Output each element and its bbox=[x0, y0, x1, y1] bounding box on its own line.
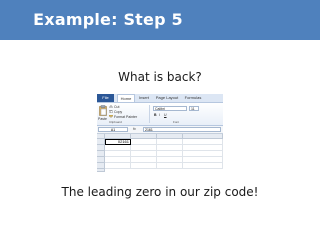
cell[interactable] bbox=[157, 163, 183, 169]
formula-bar: A1 fx 2161 bbox=[97, 126, 223, 134]
format-painter-icon[interactable] bbox=[109, 115, 113, 118]
worksheet-grid[interactable]: 02161 bbox=[97, 134, 223, 172]
cut-icon[interactable] bbox=[109, 105, 113, 108]
font-name-box[interactable]: Calibri bbox=[153, 106, 187, 111]
tab-page-layout[interactable]: Page Layout bbox=[154, 94, 180, 102]
format-painter-label[interactable]: Format Painter bbox=[114, 115, 137, 119]
slide-question: What is back? bbox=[118, 70, 202, 84]
row-header[interactable] bbox=[97, 169, 105, 172]
font-size-box[interactable]: 11 bbox=[189, 106, 199, 111]
group-divider bbox=[149, 105, 150, 123]
tab-file[interactable]: File bbox=[97, 94, 114, 102]
copy-label[interactable]: Copy bbox=[114, 110, 122, 114]
bold-icon[interactable]: B bbox=[154, 113, 157, 117]
paste-icon[interactable] bbox=[99, 105, 107, 116]
paste-label: Paste bbox=[98, 117, 107, 121]
excel-screenshot: File Home Insert Page Layout Formulas Pa… bbox=[97, 94, 223, 172]
cell[interactable] bbox=[105, 163, 131, 169]
underline-icon[interactable]: U bbox=[164, 113, 167, 117]
tab-home[interactable]: Home bbox=[117, 94, 135, 102]
clipboard-group-label: Clipboard bbox=[109, 120, 122, 124]
italic-icon[interactable]: I bbox=[159, 113, 160, 117]
font-group-label: Font bbox=[173, 120, 180, 124]
cell[interactable] bbox=[183, 163, 223, 169]
slide-answer: The leading zero in our zip code! bbox=[61, 185, 259, 199]
ribbon-home: Paste Cut Copy Format Painter Clipboard … bbox=[97, 103, 223, 126]
ribbon-tab-bar: File Home Insert Page Layout Formulas bbox=[97, 94, 223, 103]
cut-label[interactable]: Cut bbox=[114, 105, 119, 109]
active-cell-a1[interactable]: 02161 bbox=[105, 139, 131, 145]
slide-title: Example: Step 5 bbox=[33, 10, 183, 29]
fx-icon[interactable]: fx bbox=[133, 127, 136, 132]
tab-insert[interactable]: Insert bbox=[137, 94, 151, 102]
cell[interactable] bbox=[131, 163, 157, 169]
title-banner: Example: Step 5 bbox=[0, 0, 320, 40]
tab-formulas[interactable]: Formulas bbox=[183, 94, 203, 102]
copy-icon[interactable] bbox=[109, 110, 113, 113]
formula-input[interactable]: 2161 bbox=[143, 127, 221, 132]
name-box[interactable]: A1 bbox=[98, 127, 128, 132]
